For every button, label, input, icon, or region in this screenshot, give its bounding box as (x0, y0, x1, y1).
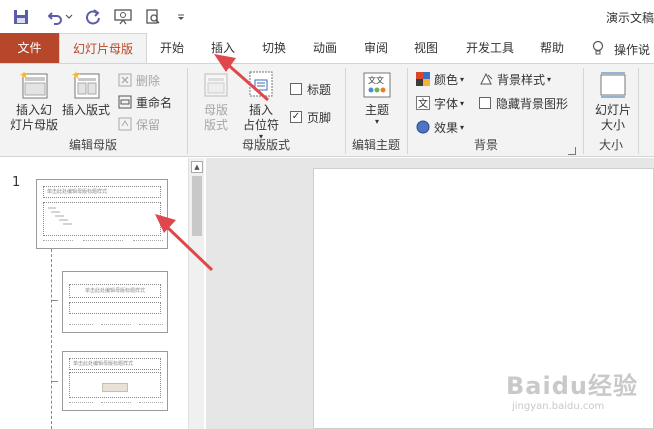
slide-size-icon (600, 72, 626, 98)
watermark-logo: Baidu经验 (506, 372, 638, 400)
delete-icon (118, 73, 132, 87)
slide-master-thumbnail[interactable]: 单击此处编辑母版标题样式 (36, 179, 168, 249)
preserve-button[interactable]: 保留 (118, 115, 160, 133)
tab-file[interactable]: 文件 (0, 33, 59, 63)
quick-access-toolbar: 演示文稿 (0, 0, 654, 33)
themes-button[interactable]: 文文 主题 ▾ (356, 70, 398, 126)
master-layout-icon (204, 73, 228, 97)
insert-placeholder-button[interactable]: 插入 占位符 ▾ (238, 70, 284, 141)
background-styles-button[interactable]: 背景样式 ▾ (479, 70, 551, 88)
scroll-up-icon[interactable]: ▲ (191, 161, 203, 173)
tell-me-label: 操作说 (614, 43, 651, 57)
effects-icon (416, 120, 430, 134)
rename-button[interactable]: 重命名 (118, 93, 172, 111)
rename-icon (118, 95, 132, 109)
hide-background-checkbox-box[interactable] (479, 97, 491, 109)
themes-icon: 文文 (363, 72, 391, 98)
ribbon-divider (638, 68, 639, 154)
title-checkbox-box[interactable] (290, 83, 302, 95)
insert-placeholder-icon (249, 71, 273, 97)
footer-checkbox-box[interactable]: ✓ (290, 111, 302, 123)
preserve-icon (118, 117, 132, 131)
slide-number: 1 (12, 175, 21, 190)
customize-icon[interactable] (170, 6, 192, 28)
lightbulb-icon (592, 40, 604, 59)
slideshow-icon[interactable] (112, 6, 134, 28)
svg-text:文: 文 (418, 97, 428, 110)
svg-text:文文: 文文 (368, 75, 384, 85)
background-dialog-launcher-icon[interactable] (568, 147, 576, 155)
thumbnail-title: 单击此处编辑母版标题样式 (69, 358, 161, 370)
preview-icon[interactable] (142, 6, 164, 28)
dropdown-arrow-icon: ▾ (460, 98, 465, 108)
dropdown-arrow-icon: ▾ (460, 74, 465, 84)
scroll-thumb[interactable] (192, 176, 202, 236)
effects-button[interactable]: 效果 ▾ (416, 118, 464, 136)
group-label-master-layout: 母版版式 (241, 138, 290, 152)
layout-thumbnail-2[interactable]: 单击此处编辑母版标题样式 (62, 351, 168, 411)
layout-thumbnail-1[interactable]: 单击此处编辑母版标题样式 (62, 271, 168, 333)
colors-button[interactable]: 颜色 ▾ (416, 70, 464, 88)
tab-insert[interactable]: 插入 (203, 33, 243, 63)
tab-review[interactable]: 审阅 (356, 33, 396, 63)
ribbon-tabs: 文件 幻灯片母版 开始 插入 切换 动画 审阅 视图 开发工具 帮助 操作说 (0, 33, 654, 64)
dropdown-arrow-icon: ▾ (460, 122, 465, 132)
master-layout-button[interactable]: 母版 版式 (196, 70, 236, 133)
dropdown-arrow-icon: ▾ (374, 117, 379, 126)
title-checkbox[interactable]: 标题 (290, 80, 331, 98)
tab-view[interactable]: 视图 (406, 33, 446, 63)
window-title: 演示文稿 (605, 11, 654, 25)
thumbnails-scrollbar[interactable]: ▲ (188, 158, 204, 429)
layout-tree-line (51, 249, 52, 429)
footer-checkbox[interactable]: ✓ 页脚 (290, 108, 331, 126)
undo-dropdown-icon[interactable] (64, 6, 74, 28)
thumbnail-image-icon (102, 383, 128, 392)
insert-master-icon (20, 71, 48, 99)
tab-animations[interactable]: 动画 (305, 33, 345, 63)
undo-icon[interactable] (44, 6, 66, 28)
delete-button[interactable]: 删除 (118, 71, 160, 89)
tab-home[interactable]: 开始 (152, 33, 192, 63)
save-icon[interactable] (10, 6, 32, 28)
dropdown-arrow-icon: ▾ (547, 74, 552, 84)
group-label-edit-master: 编辑母版 (68, 138, 117, 152)
fonts-button[interactable]: 文 字体 ▾ (416, 94, 464, 112)
thumbnail-title: 单击此处编辑母版标题样式 (43, 186, 161, 198)
insert-slide-master-button[interactable]: 插入幻 灯片母版 (8, 70, 60, 133)
hide-background-graphics-checkbox[interactable]: 隐藏背景图形 (479, 94, 568, 112)
group-label-size: 大小 (598, 138, 623, 152)
ribbon: 插入幻 灯片母版 插入版式 删除 重命名 保留 编辑母版 母版 版式 插入 占位… (0, 63, 654, 157)
thumbnail-title: 单击此处编辑母版标题样式 (69, 284, 161, 298)
background-styles-icon (480, 72, 493, 85)
group-label-background: 背景 (473, 138, 498, 152)
thumbnail-body (43, 202, 161, 236)
redo-icon[interactable] (82, 6, 104, 28)
insert-layout-button[interactable]: 插入版式 (60, 70, 112, 118)
watermark: Baidu经验 jingyan.baidu.com (506, 366, 646, 416)
tell-me[interactable]: 操作说 (592, 40, 650, 59)
tab-slide-master[interactable]: 幻灯片母版 (59, 33, 147, 64)
slide-size-button[interactable]: 幻灯片 大小 (590, 70, 636, 133)
tab-help[interactable]: 帮助 (532, 33, 572, 63)
insert-layout-icon (72, 71, 100, 99)
tab-developer[interactable]: 开发工具 (458, 33, 522, 63)
watermark-url: jingyan.baidu.com (512, 401, 605, 412)
colors-icon (416, 72, 430, 86)
tab-transitions[interactable]: 切换 (254, 33, 294, 63)
group-label-edit-theme: 编辑主题 (351, 138, 400, 152)
fonts-icon: 文 (416, 96, 430, 110)
